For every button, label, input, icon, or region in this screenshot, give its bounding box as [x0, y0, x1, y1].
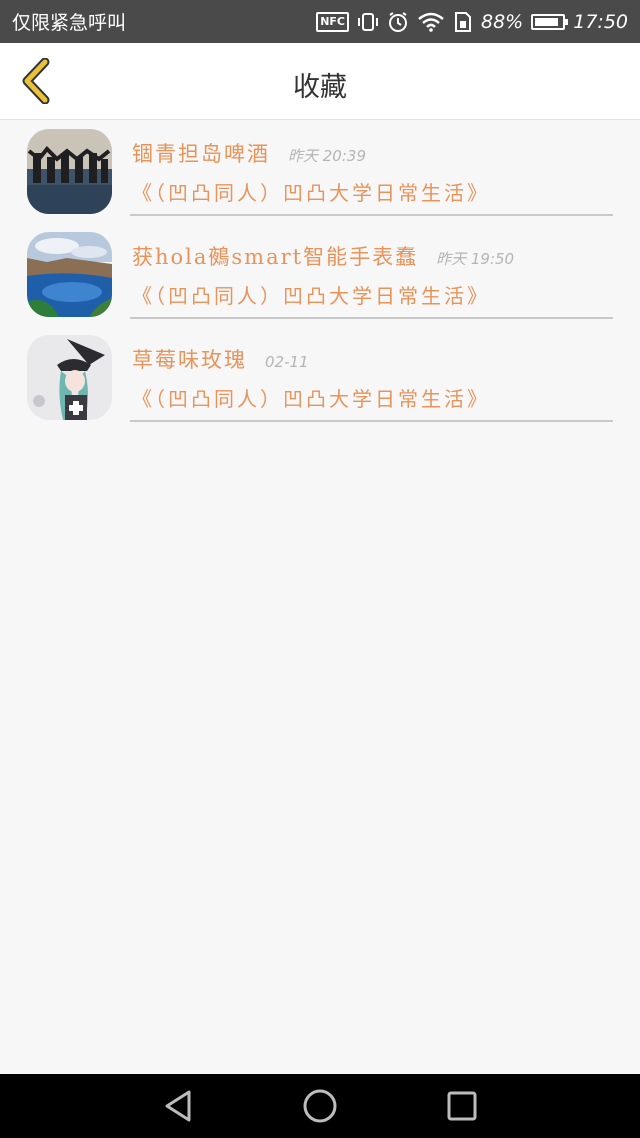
list-item[interactable]: 锢青担岛啤酒 昨天 20:39 《（凹凸同人）凹凸大学日常生活》 — [0, 120, 640, 223]
sim-icon — [453, 11, 473, 33]
item-text: 锢青担岛啤酒 昨天 20:39 《（凹凸同人）凹凸大学日常生活》 — [130, 120, 613, 216]
back-triangle-icon — [165, 1090, 191, 1122]
nav-home-button[interactable] — [300, 1086, 340, 1126]
alarm-icon — [387, 11, 409, 33]
title-bar: 收藏 — [0, 43, 640, 120]
list-item[interactable]: 获hola鵺smart智能手表蠢 昨天 19:50 《（凹凸同人）凹凸大学日常生… — [0, 223, 640, 326]
battery-level — [535, 17, 559, 26]
item-time: 昨天 19:50 — [436, 250, 515, 268]
item-subtitle: 《（凹凸同人）凹凸大学日常生活》 — [132, 387, 490, 411]
item-name: 获hola鵺smart智能手表蠢 — [132, 245, 419, 269]
battery-icon — [531, 13, 569, 30]
nav-back-button[interactable] — [158, 1086, 198, 1126]
vibrate-icon — [357, 12, 379, 32]
list-item[interactable]: 草莓味玫瑰 02-11 《（凹凸同人）凹凸大学日常生活》 — [0, 326, 640, 429]
item-text: 获hola鵺smart智能手表蠢 昨天 19:50 《（凹凸同人）凹凸大学日常生… — [130, 223, 613, 319]
item-name: 草莓味玫瑰 — [132, 348, 247, 372]
item-subtitle: 《（凹凸同人）凹凸大学日常生活》 — [132, 284, 490, 308]
recents-square-icon — [447, 1091, 477, 1121]
status-icons: NFC 88% 17:50 — [316, 11, 628, 33]
favorites-list: 锢青担岛啤酒 昨天 20:39 《（凹凸同人）凹凸大学日常生活》 获hola鵺s… — [0, 120, 640, 429]
nav-recents-button[interactable] — [442, 1086, 482, 1126]
item-subtitle: 《（凹凸同人）凹凸大学日常生活》 — [132, 181, 490, 205]
item-text: 草莓味玫瑰 02-11 《（凹凸同人）凹凸大学日常生活》 — [130, 326, 613, 422]
nfc-icon: NFC — [316, 11, 349, 32]
status-bar: 仅限紧急呼叫 NFC 88% 17:50 — [0, 0, 640, 43]
item-name: 锢青担岛啤酒 — [132, 142, 270, 166]
item-time: 昨天 20:39 — [288, 147, 366, 165]
battery-percent: 88% — [481, 10, 524, 33]
item-header: 获hola鵺smart智能手表蠢 昨天 19:50 — [132, 241, 514, 271]
avatar — [27, 129, 112, 214]
page-title: 收藏 — [293, 72, 347, 103]
clock: 17:50 — [573, 10, 628, 33]
avatar — [27, 232, 112, 317]
item-time: 02-11 — [265, 353, 309, 371]
home-circle-icon — [303, 1089, 337, 1123]
avatar — [27, 335, 112, 420]
item-header: 草莓味玫瑰 02-11 — [132, 344, 309, 374]
system-nav-bar — [0, 1074, 640, 1138]
item-header: 锢青担岛啤酒 昨天 20:39 — [132, 138, 366, 168]
wifi-icon — [417, 12, 445, 32]
carrier-text: 仅限紧急呼叫 — [12, 12, 127, 34]
